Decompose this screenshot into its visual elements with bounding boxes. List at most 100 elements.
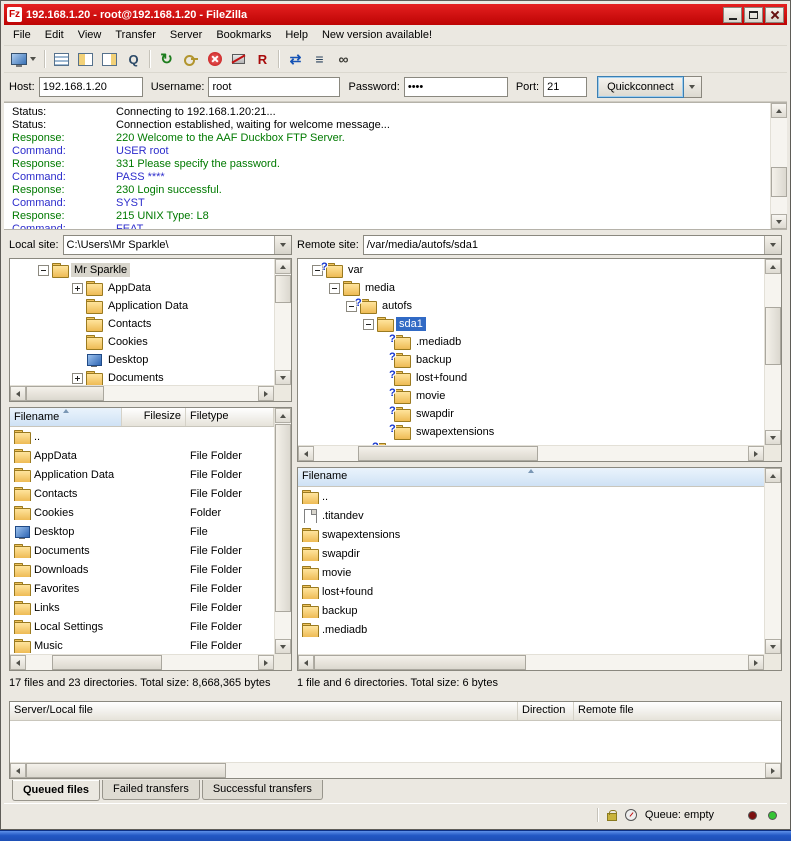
maximize-button[interactable]	[744, 7, 763, 23]
collapse-icon[interactable]	[329, 283, 340, 294]
scroll-left-button[interactable]	[298, 446, 314, 461]
cancel-operation-button[interactable]	[203, 48, 226, 70]
menu-server[interactable]: Server	[163, 26, 209, 44]
scroll-down-button[interactable]	[275, 639, 291, 654]
tree-item-appdata[interactable]: AppData	[10, 279, 274, 297]
synchronized-browsing-button[interactable]	[308, 48, 331, 70]
combo-dropdown-button[interactable]	[274, 236, 291, 254]
column-filetype[interactable]: Filetype	[186, 408, 274, 426]
scroll-thumb[interactable]	[26, 386, 104, 401]
tab-queued-files[interactable]: Queued files	[12, 780, 100, 801]
remote-tree-vscrollbar[interactable]	[764, 259, 781, 445]
file-row[interactable]: backup	[298, 601, 764, 620]
tree-item-var[interactable]: var	[298, 261, 764, 279]
file-row[interactable]: swapdir	[298, 544, 764, 563]
reconnect-button[interactable]	[251, 48, 274, 70]
combo-dropdown-button[interactable]	[764, 236, 781, 254]
scroll-thumb[interactable]	[358, 446, 538, 461]
tree-item-swapextensions[interactable]: swapextensions	[298, 423, 764, 441]
quickconnect-button[interactable]: Quickconnect	[597, 76, 684, 98]
collapse-icon[interactable]	[363, 319, 374, 330]
encryption-icon[interactable]	[607, 813, 617, 821]
scroll-left-button[interactable]	[10, 655, 26, 670]
remote-list-vscrollbar[interactable]	[764, 468, 781, 654]
file-row[interactable]: swapextensions	[298, 525, 764, 544]
column-remote-file[interactable]: Remote file	[574, 702, 781, 720]
scroll-thumb[interactable]	[275, 275, 291, 303]
local-tree-hscrollbar[interactable]	[10, 385, 274, 401]
toggle-queue-button[interactable]	[122, 48, 145, 70]
scroll-right-button[interactable]	[748, 655, 764, 670]
scroll-up-button[interactable]	[765, 468, 781, 483]
tab-failed-transfers[interactable]: Failed transfers	[102, 780, 200, 800]
scroll-left-button[interactable]	[298, 655, 314, 670]
file-row[interactable]: movie	[298, 563, 764, 582]
file-row[interactable]: Local SettingsFile Folder	[10, 617, 274, 636]
local-list-vscrollbar[interactable]	[274, 408, 291, 654]
file-row[interactable]: ContactsFile Folder	[10, 484, 274, 503]
password-input[interactable]	[404, 77, 508, 97]
directory-comparison-button[interactable]	[284, 48, 307, 70]
menu-view[interactable]: View	[71, 26, 109, 44]
tree-item-cookies[interactable]: Cookies	[10, 333, 274, 351]
file-row[interactable]: Application DataFile Folder	[10, 465, 274, 484]
title-bar[interactable]: 192.168.1.20 - root@192.168.1.20 - FileZ…	[4, 4, 787, 25]
tree-item-desktop[interactable]: Desktop	[10, 351, 274, 369]
tree-item-lost-found[interactable]: lost+found	[298, 369, 764, 387]
tree-item-mr-sparkle[interactable]: Mr Sparkle	[10, 261, 274, 279]
toggle-remote-tree-button[interactable]	[98, 48, 121, 70]
disconnect-button[interactable]	[227, 48, 250, 70]
site-manager-button[interactable]	[7, 48, 40, 70]
local-list-hscrollbar[interactable]	[10, 654, 274, 670]
quickconnect-dropdown-button[interactable]	[684, 76, 702, 98]
tree-item-application-data[interactable]: Application Data	[10, 297, 274, 315]
tree-item-sda1[interactable]: sda1	[298, 315, 764, 333]
file-row[interactable]: DesktopFile	[10, 522, 274, 541]
filter-button[interactable]	[179, 48, 202, 70]
toggle-local-tree-button[interactable]	[74, 48, 97, 70]
scroll-down-button[interactable]	[771, 214, 787, 229]
remote-site-combo[interactable]: /var/media/autofs/sda1	[363, 235, 782, 255]
file-row[interactable]: FavoritesFile Folder	[10, 579, 274, 598]
expand-icon[interactable]	[72, 373, 83, 384]
minimize-button[interactable]	[723, 7, 742, 23]
tree-item-mediadb[interactable]: .mediadb	[298, 333, 764, 351]
port-input[interactable]	[543, 77, 587, 97]
scroll-down-button[interactable]	[275, 370, 291, 385]
speed-limit-icon[interactable]	[625, 809, 637, 821]
file-row[interactable]: .mediadb	[298, 620, 764, 639]
menu-file[interactable]: File	[6, 26, 38, 44]
file-row[interactable]: ..	[10, 427, 274, 446]
scroll-thumb[interactable]	[26, 763, 226, 778]
column-filename[interactable]: Filename	[298, 468, 764, 486]
file-row[interactable]: MusicFile Folder	[10, 636, 274, 654]
file-row[interactable]: lost+found	[298, 582, 764, 601]
scroll-left-button[interactable]	[10, 386, 26, 401]
tab-successful-transfers[interactable]: Successful transfers	[202, 780, 323, 800]
menu-new-version-available[interactable]: New version available!	[315, 26, 439, 44]
scroll-right-button[interactable]	[258, 655, 274, 670]
scroll-right-button[interactable]	[258, 386, 274, 401]
tree-item-swapdir[interactable]: swapdir	[298, 405, 764, 423]
column-filename[interactable]: Filename	[10, 408, 122, 426]
file-row[interactable]: DownloadsFile Folder	[10, 560, 274, 579]
collapse-icon[interactable]	[38, 265, 49, 276]
tree-item-movie[interactable]: movie	[298, 387, 764, 405]
refresh-button[interactable]	[155, 48, 178, 70]
scroll-thumb[interactable]	[765, 307, 781, 365]
column-server-local-file[interactable]: Server/Local file	[10, 702, 518, 720]
file-row[interactable]: CookiesFolder	[10, 503, 274, 522]
scroll-down-button[interactable]	[765, 430, 781, 445]
file-row[interactable]: DocumentsFile Folder	[10, 541, 274, 560]
menu-bookmarks[interactable]: Bookmarks	[209, 26, 278, 44]
remote-tree-hscrollbar[interactable]	[298, 445, 764, 461]
scroll-thumb[interactable]	[771, 167, 787, 197]
local-tree-vscrollbar[interactable]	[274, 259, 291, 385]
menu-transfer[interactable]: Transfer	[108, 26, 163, 44]
scroll-right-button[interactable]	[765, 763, 781, 778]
tree-item-documents[interactable]: Documents	[10, 369, 274, 385]
tree-item-contacts[interactable]: Contacts	[10, 315, 274, 333]
column-filesize[interactable]: Filesize	[122, 408, 186, 426]
file-row[interactable]: LinksFile Folder	[10, 598, 274, 617]
close-button[interactable]	[765, 7, 784, 23]
